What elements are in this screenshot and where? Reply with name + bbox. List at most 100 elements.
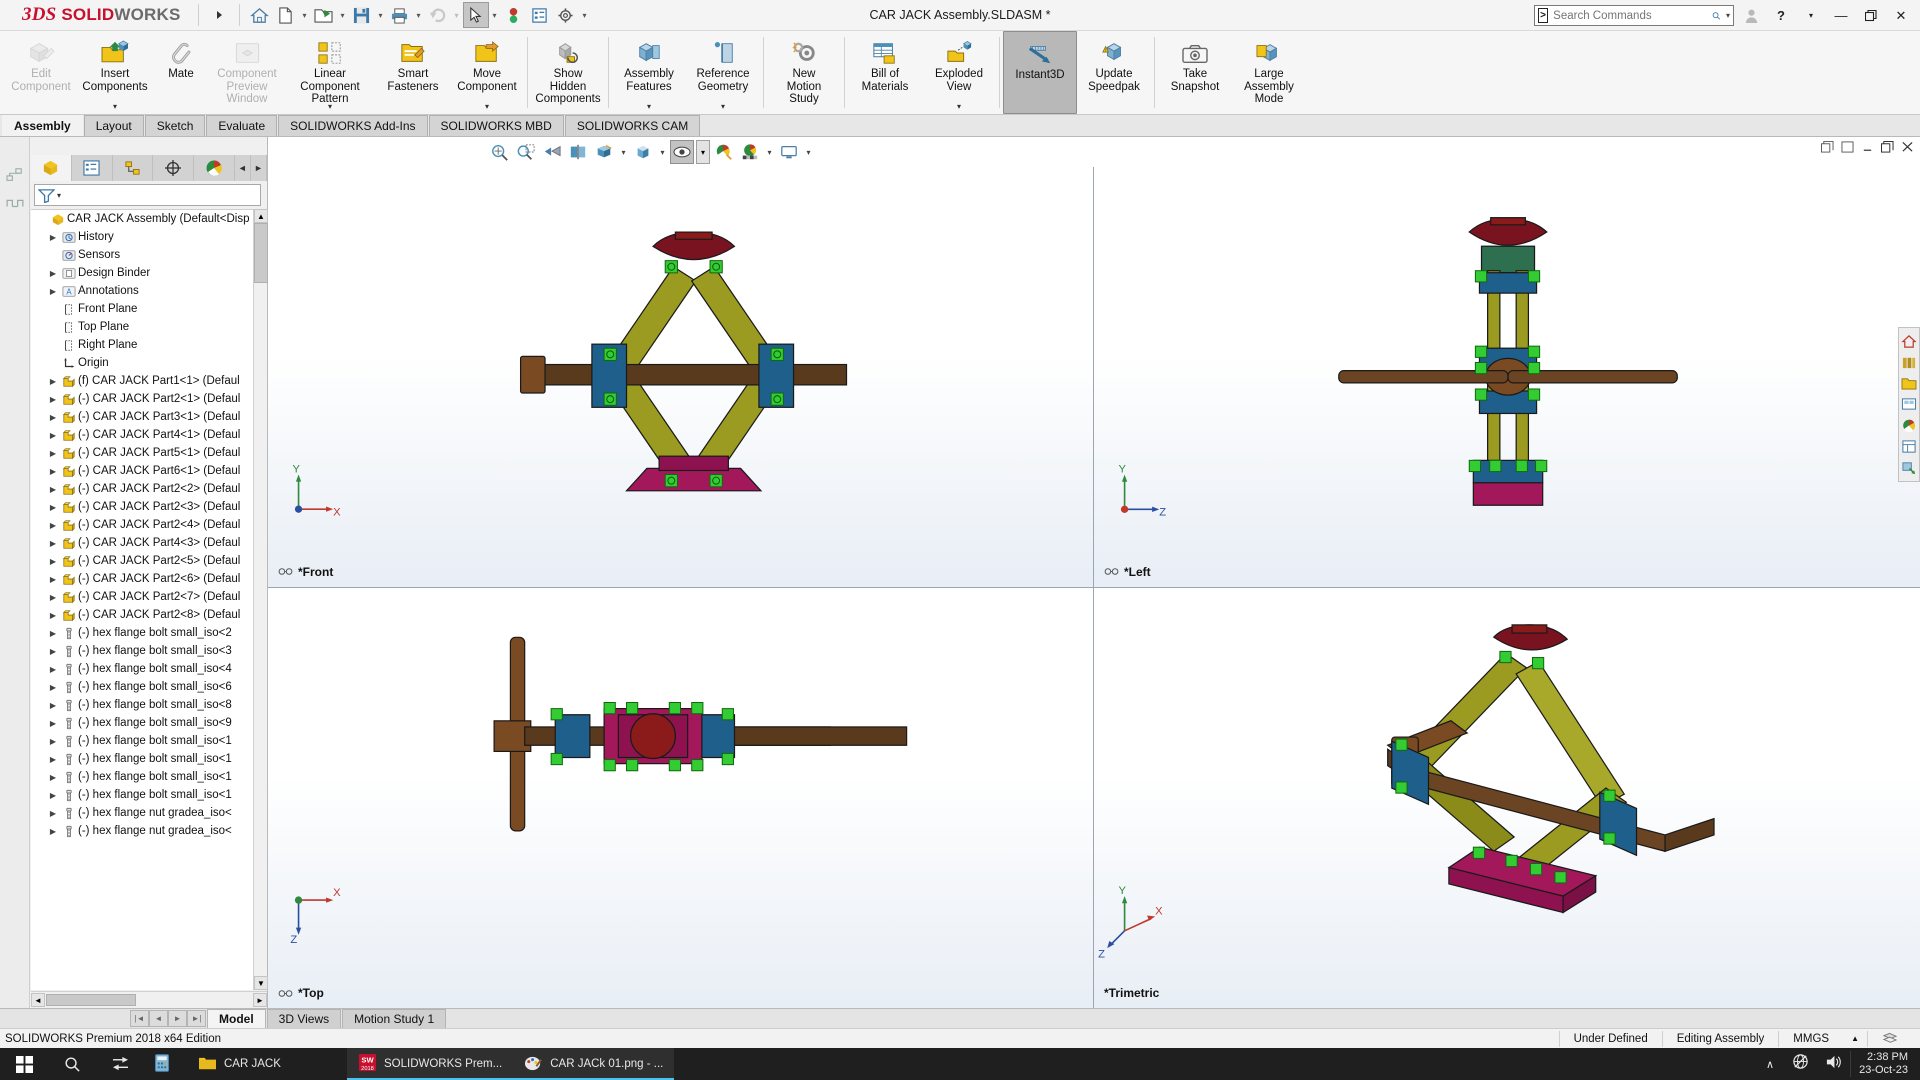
tree-item[interactable]: ▶(-) CAR JACK Part4<1> (Defaul (31, 426, 267, 444)
minimize-button[interactable]: — (1828, 3, 1854, 29)
tree-expand-arrow-icon[interactable]: ▶ (46, 449, 60, 458)
ribbon-button-update-speedpak[interactable]: !UpdateSpeedpak (1077, 31, 1151, 114)
taskbar-clock[interactable]: 2:38 PM 23-Oct-23 (1850, 1051, 1920, 1077)
tree-item[interactable]: ▶(-) CAR JACK Part6<1> (Defaul (31, 462, 267, 480)
viewport-left[interactable]: Y Z *Left (1094, 167, 1920, 588)
taskbar-item-solidworks[interactable]: SW2018 SOLIDWORKS Prem... (347, 1048, 513, 1080)
tree-item[interactable]: ▶(-) hex flange bolt small_iso<1 (31, 768, 267, 786)
restore-pane-icon[interactable] (1821, 141, 1834, 156)
tree-item[interactable]: ▶(-) hex flange bolt small_iso<1 (31, 750, 267, 768)
home-resource-icon[interactable] (1899, 331, 1919, 351)
view-palette-icon[interactable] (1899, 394, 1919, 414)
zoom-to-area-icon[interactable] (514, 140, 538, 164)
view-settings-dropdown-icon[interactable]: ▾ (803, 148, 814, 157)
ribbon-dropdown-icon[interactable]: ▾ (328, 102, 332, 111)
task-view-icon[interactable] (96, 1048, 144, 1080)
tree-expand-arrow-icon[interactable]: ▶ (46, 701, 60, 710)
property-manager-tab[interactable] (72, 155, 113, 181)
tree-item[interactable]: ▶(-) CAR JACK Part2<3> (Defaul (31, 498, 267, 516)
bottom-tab-model[interactable]: Model (207, 1009, 266, 1028)
tree-item[interactable]: ▶(-) hex flange bolt small_iso<1 (31, 786, 267, 804)
tree-item[interactable]: ▶(-) CAR JACK Part2<4> (Defaul (31, 516, 267, 534)
ribbon-button-instant3d[interactable]: Instant3D (1003, 31, 1077, 114)
tree-item[interactable]: Sensors (31, 246, 267, 264)
volume-icon[interactable] (1817, 1054, 1850, 1075)
tree-item[interactable]: CAR JACK Assembly (Default<Disp (31, 210, 267, 228)
ribbon-dropdown-icon[interactable]: ▾ (485, 102, 489, 111)
display-style-icon[interactable] (631, 140, 655, 164)
tree-expand-arrow-icon[interactable]: ▶ (46, 467, 60, 476)
tree-item[interactable]: ▶AAnnotations (31, 282, 267, 300)
ribbon-button-bill-of-materials[interactable]: Bill ofMaterials (848, 31, 922, 114)
tree-item[interactable]: ▶(-) hex flange nut gradea_iso< (31, 822, 267, 840)
tab-nav-last[interactable]: ►| (187, 1010, 206, 1027)
scroll-down-arrow[interactable]: ▼ (254, 976, 268, 990)
taskbar-item-car-jack[interactable]: CAR JACK (187, 1048, 347, 1080)
scroll-left-arrow[interactable]: ◄ (31, 993, 45, 1007)
display-manager-tab[interactable] (194, 155, 235, 181)
tree-item[interactable]: ▶(-) CAR JACK Part2<6> (Defaul (31, 570, 267, 588)
edit-appearance-icon[interactable] (712, 140, 736, 164)
command-tab-sketch[interactable]: Sketch (145, 115, 206, 136)
tree-expand-arrow-icon[interactable]: ▶ (46, 755, 60, 764)
restore-window-icon[interactable] (1881, 141, 1894, 156)
tree-hscroll-thumb[interactable] (46, 994, 136, 1006)
tree-expand-arrow-icon[interactable]: ▶ (46, 287, 60, 296)
viewport-front[interactable]: Y X *Front (268, 167, 1094, 588)
windows-start-icon[interactable] (0, 1048, 48, 1080)
view-orientation-dropdown-icon[interactable]: ▾ (618, 148, 629, 157)
tree-expand-arrow-icon[interactable]: ▶ (46, 539, 60, 548)
tree-scroll-thumb[interactable] (254, 223, 268, 283)
help-icon[interactable]: ? (1768, 3, 1794, 29)
command-tab-solidworks-add-ins[interactable]: SOLIDWORKS Add-Ins (278, 115, 427, 136)
view-settings-icon[interactable] (777, 140, 801, 164)
units-dropdown-icon[interactable]: ▲ (1843, 1034, 1867, 1043)
tree-expand-arrow-icon[interactable]: ▶ (46, 827, 60, 836)
tree-item[interactable]: ▶(-) hex flange bolt small_iso<8 (31, 696, 267, 714)
tree-item[interactable]: ▶History (31, 228, 267, 246)
tree-vertical-scrollbar[interactable]: ▲ ▼ (253, 209, 267, 990)
tree-expand-arrow-icon[interactable]: ▶ (46, 665, 60, 674)
tree-expand-arrow-icon[interactable]: ▶ (46, 503, 60, 512)
apply-scene-icon[interactable] (738, 140, 762, 164)
bottom-tab-motion-study-1[interactable]: Motion Study 1 (342, 1009, 446, 1028)
tree-tabs-next[interactable]: ► (251, 155, 267, 181)
tree-expand-arrow-icon[interactable]: ▶ (46, 413, 60, 422)
user-account-icon[interactable] (1738, 3, 1764, 29)
search-icon[interactable] (1712, 9, 1721, 23)
tree-tabs-prev[interactable]: ◄ (235, 155, 251, 181)
feature-manager-tab[interactable] (31, 155, 72, 181)
tree-item[interactable]: Right Plane (31, 336, 267, 354)
ribbon-button-new-motion-study[interactable]: NewMotionStudy (767, 31, 841, 114)
design-library-icon[interactable] (1899, 352, 1919, 372)
tree-expand-arrow-icon[interactable]: ▶ (46, 719, 60, 728)
scroll-up-arrow[interactable]: ▲ (254, 209, 268, 223)
tree-expand-arrow-icon[interactable]: ▶ (46, 521, 60, 530)
tree-expand-arrow-icon[interactable]: ▶ (46, 395, 60, 404)
search-commands-box[interactable]: > ▾ (1534, 5, 1734, 26)
tree-item[interactable]: ▶(-) hex flange nut gradea_iso< (31, 804, 267, 822)
view-orientation-icon[interactable] (592, 140, 616, 164)
viewport-trimetric[interactable]: Y X Z *Trimetric (1094, 588, 1920, 1009)
ribbon-button-insert-components[interactable]: InsertComponents▾ (78, 31, 152, 114)
ribbon-button-reference-geometry[interactable]: ReferenceGeometry▾ (686, 31, 760, 114)
tree-expand-arrow-icon[interactable]: ▶ (46, 683, 60, 692)
taskbar-item-calculator[interactable] (144, 1048, 187, 1080)
filter-dropdown-icon[interactable]: ▾ (57, 191, 61, 200)
command-tab-layout[interactable]: Layout (84, 115, 144, 136)
section-view-icon[interactable] (566, 140, 590, 164)
ribbon-dropdown-icon[interactable]: ▾ (957, 102, 961, 111)
tree-item[interactable]: ▶Design Binder (31, 264, 267, 282)
close-window-icon[interactable] (1901, 141, 1914, 156)
hide-show-dropdown-icon[interactable]: ▾ (696, 140, 710, 164)
tree-expand-arrow-icon[interactable]: ▶ (46, 737, 60, 746)
hide-show-tree-icon[interactable] (0, 189, 30, 217)
tree-item[interactable]: ▶(-) CAR JACK Part2<2> (Defaul (31, 480, 267, 498)
ribbon-button-exploded-view[interactable]: ExplodedView▾ (922, 31, 996, 114)
command-tab-solidworks-mbd[interactable]: SOLIDWORKS MBD (429, 115, 564, 136)
ribbon-button-linear-component-pattern[interactable]: Linear ComponentPattern▾ (284, 31, 376, 114)
tree-expand-arrow-icon[interactable]: ▶ (46, 431, 60, 440)
tree-item[interactable]: Top Plane (31, 318, 267, 336)
status-units[interactable]: MMGS (1778, 1031, 1843, 1047)
tree-expand-arrow-icon[interactable]: ▶ (46, 809, 60, 818)
